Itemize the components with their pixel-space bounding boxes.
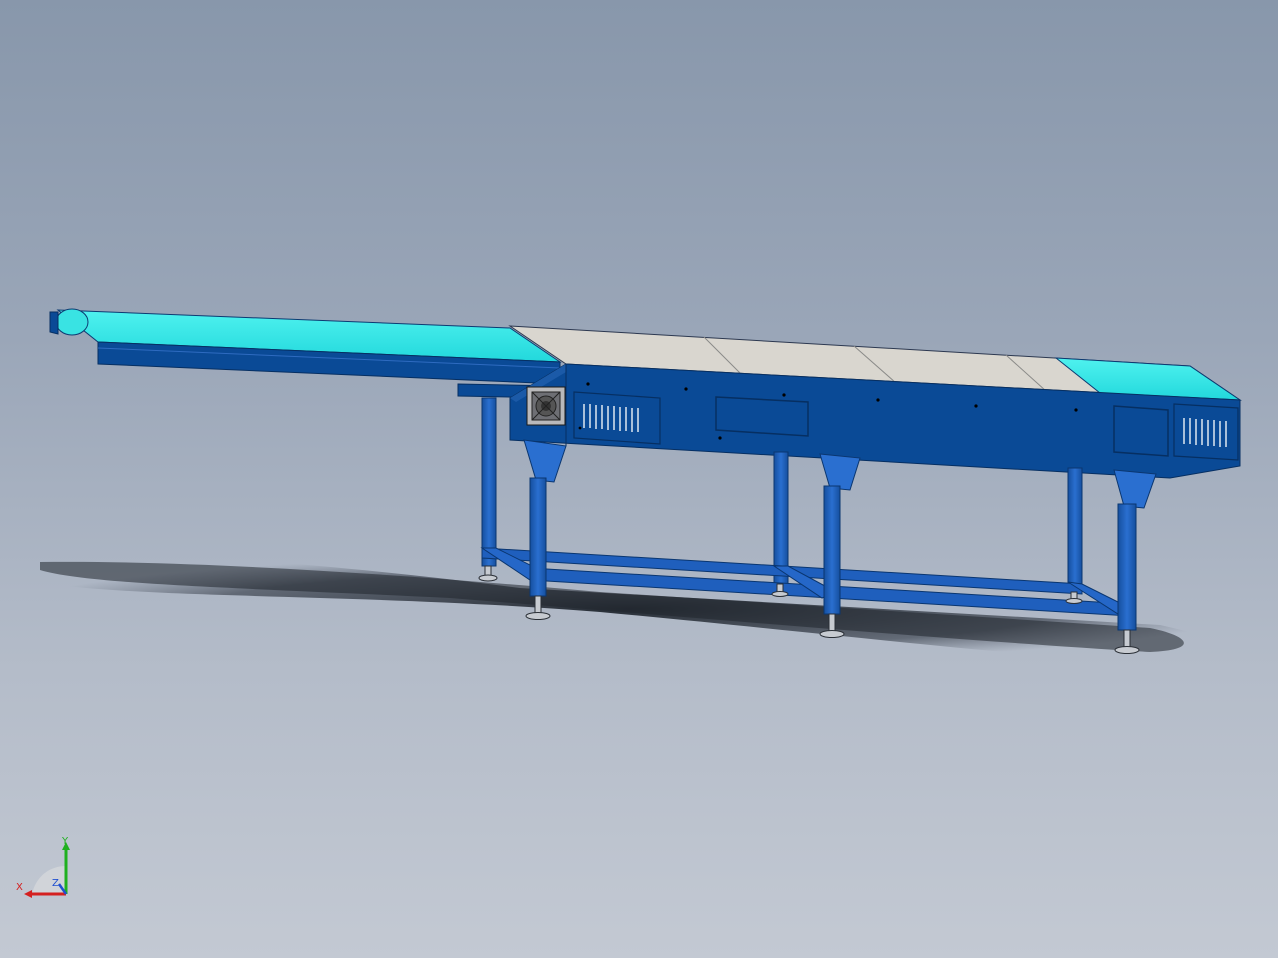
rear-leg-2 (773, 451, 789, 585)
infeed-conveyor[interactable] (49, 308, 562, 399)
front-leg-3-cap (1113, 469, 1157, 509)
rear-leg-1 (481, 397, 497, 567)
x-axis-label: X (16, 882, 23, 893)
infeed-end-bracket (49, 311, 59, 335)
rear-leg-3 (1067, 467, 1083, 593)
conveyor-oven-model[interactable] (0, 0, 1278, 958)
front-leg-2 (823, 485, 841, 615)
axis-triad: Y X Z (16, 836, 70, 898)
y-axis-label: Y (61, 836, 69, 847)
infeed-head-roller (55, 308, 89, 336)
z-axis-label: Z (52, 878, 59, 889)
oven-body[interactable] (508, 325, 1242, 479)
front-leg-2-cap (819, 453, 861, 491)
triad-plane (32, 866, 66, 894)
cad-viewport[interactable]: Y X Z (0, 0, 1278, 958)
front-leg-3 (1117, 503, 1137, 631)
front-leg-1 (529, 477, 547, 597)
front-leg-1-cap (523, 439, 567, 483)
